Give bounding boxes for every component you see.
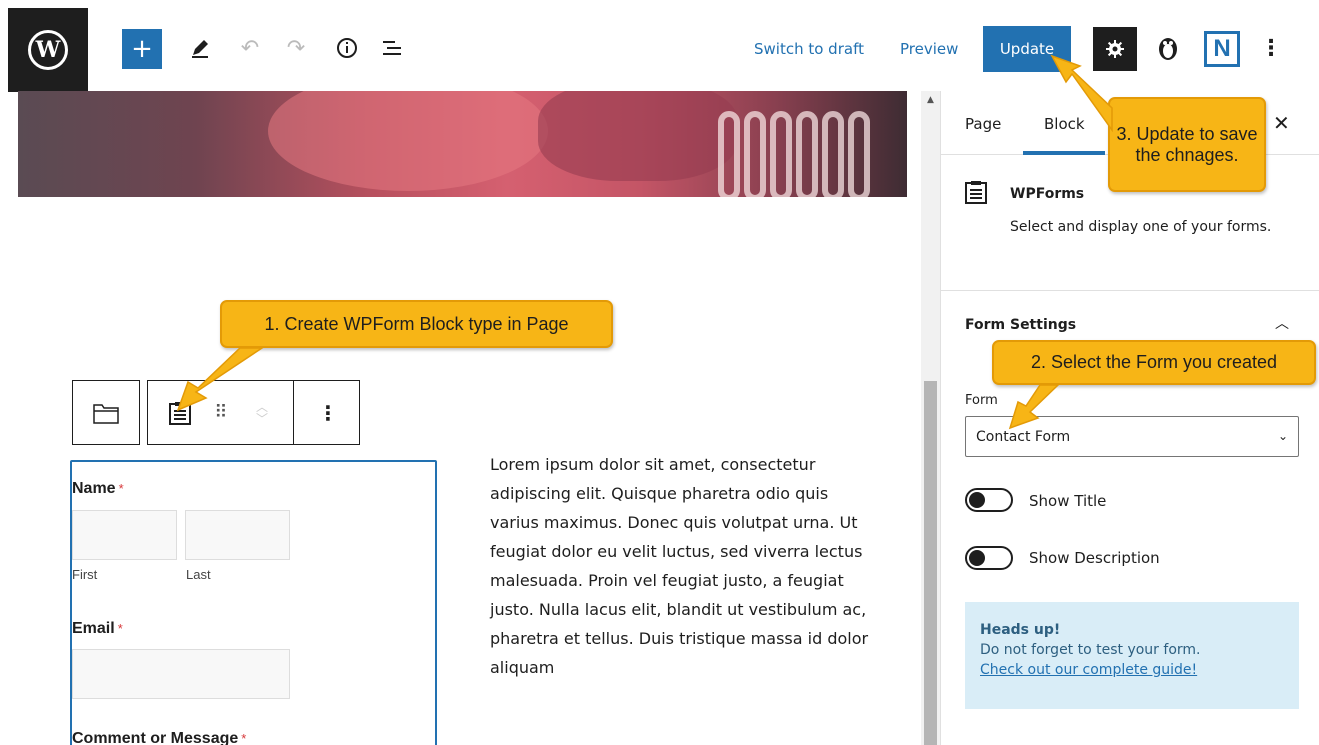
name-field-label: Name * [72,480,124,497]
first-name-input[interactable] [72,510,177,560]
redo-icon: ↷ [286,35,306,61]
select-parent-group [72,380,140,445]
notice-text: Do not forget to test your form. [980,642,1201,658]
folder-icon [93,403,119,424]
image-shape [268,91,548,191]
toggle-knob [969,550,985,566]
scrollbar-thumb[interactable] [924,381,937,745]
active-tab-indicator [1023,151,1105,155]
last-name-input[interactable] [185,510,290,560]
complete-guide-link[interactable]: Check out our complete guide! [980,662,1284,678]
form-select[interactable]: Contact Form ⌄ [965,416,1299,457]
close-sidebar-button[interactable]: ✕ [1273,111,1290,135]
select-parent-button[interactable] [73,381,139,444]
form-settings-panel-title[interactable]: Form Settings [965,317,1076,333]
plus-icon: + [131,34,153,64]
notice-title: Heads up! [980,622,1061,638]
form-icon [965,180,987,208]
form-icon [169,401,191,425]
more-options-button[interactable]: ⋮ [1256,28,1286,68]
callout-step-2: 2. Select the Form you created [992,340,1316,385]
close-icon: ✕ [1273,111,1290,135]
plugin-penguin-button[interactable] [1148,28,1188,68]
chevron-down-icon: ⌄ [1277,429,1288,443]
email-field-label: Email * [72,620,123,637]
toggle-knob [969,492,985,508]
tab-page[interactable]: Page [965,115,1001,133]
show-description-toggle[interactable] [965,546,1013,570]
block-card-description: Select and display one of your forms. [1010,219,1272,235]
vertical-ellipsis-icon: ⋮ [318,400,338,425]
list-view-icon [383,41,401,55]
scroll-up-icon[interactable]: ▲ [921,95,940,107]
edit-tools-button[interactable] [180,28,220,68]
show-title-toggle[interactable] [965,488,1013,512]
image-shape [538,91,738,181]
paragraph-block[interactable]: Lorem ipsum dolor sit amet, consectetur … [490,450,880,682]
block-options-button[interactable]: ⋮ [308,381,348,444]
plugin-n-button[interactable]: N [1200,27,1244,71]
vertical-ellipsis-icon: ⋮ [1260,35,1282,61]
callout-step-1: 1. Create WPForm Block type in Page [220,300,613,348]
block-controls-group: ⠿ ︿ ﹀ ⋮ [147,380,360,445]
email-input[interactable] [72,649,290,699]
form-select-label: Form [965,393,998,408]
form-select-value: Contact Form [976,428,1071,445]
list-view-button[interactable] [372,28,412,68]
undo-icon: ↶ [240,35,260,61]
redo-button[interactable]: ↷ [276,28,316,68]
heads-up-notice: Heads up! Do not forget to test your for… [965,602,1299,709]
comment-field-label: Comment or Message * [72,730,247,745]
details-button[interactable] [327,28,367,68]
wordpress-logo-button[interactable]: W [8,8,88,92]
n-logo-icon: N [1204,31,1240,67]
cover-image[interactable] [18,91,907,197]
chevron-up-icon: ︿ [255,399,268,414]
drag-handle-icon: ⠿ [214,402,228,423]
block-card-title: WPForms [1010,186,1085,202]
settings-button[interactable] [1093,27,1137,71]
add-block-button[interactable]: + [122,29,162,69]
penguin-icon [1159,38,1177,60]
show-description-label: Show Description [1029,549,1160,567]
wordpress-logo-icon: W [28,30,68,70]
switch-to-draft-link[interactable]: Switch to draft [754,40,864,58]
last-sublabel: Last [186,567,211,582]
toolbar-divider [293,381,294,444]
info-icon [337,38,357,58]
tab-block[interactable]: Block [1044,115,1085,133]
show-title-label: Show Title [1029,492,1107,510]
wpforms-block[interactable]: Name * First Last Email * Comment or Messa… [70,460,437,745]
canvas-scrollbar[interactable]: ▲ [921,91,940,745]
pencil-icon [192,40,208,58]
update-button[interactable]: Update [983,26,1071,72]
undo-button[interactable]: ↶ [230,28,270,68]
chevron-up-icon[interactable]: ︿ [1275,313,1289,333]
drag-handle[interactable]: ⠿ [206,381,236,444]
chevron-down-icon: ﹀ [255,411,268,426]
image-shape [718,111,898,197]
block-type-button[interactable] [162,381,198,444]
first-sublabel: First [72,567,98,582]
editor-top-bar: W + ↶ ↷ Switch to draft Preview Update N… [0,0,1319,92]
callout-step-3: 3. Update to save the chnages. [1108,97,1266,192]
move-buttons[interactable]: ︿ ﹀ [244,381,280,444]
gear-icon [1106,40,1124,58]
preview-link[interactable]: Preview [900,40,958,58]
